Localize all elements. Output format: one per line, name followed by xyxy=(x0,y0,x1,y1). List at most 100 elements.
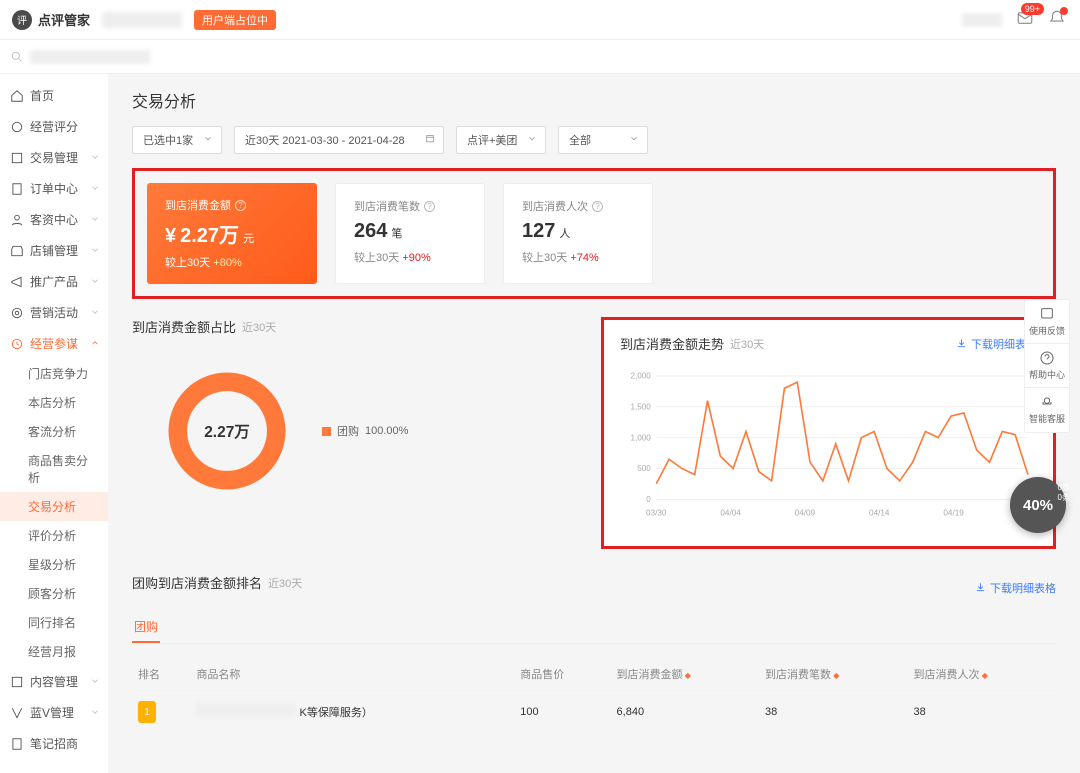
sidebar-item-label: 经营参谋 xyxy=(30,335,78,352)
chevron-down-icon xyxy=(90,151,100,165)
filter-date[interactable]: 近30天 2021-03-30 - 2021-04-28 xyxy=(234,126,444,154)
sidebar-item-label: 经营评分 xyxy=(30,118,78,135)
float-feedback[interactable]: 使用反馈 xyxy=(1025,300,1069,344)
svg-text:04/04: 04/04 xyxy=(720,509,741,518)
info-icon: ? xyxy=(235,200,246,211)
sidebar-item-bluev[interactable]: 蓝V管理 xyxy=(0,697,108,728)
notifications-dot xyxy=(1060,7,1068,15)
select-value: 全部 xyxy=(569,135,591,147)
sidebar-item-trade-mgmt[interactable]: 交易管理 xyxy=(0,142,108,173)
svg-text:1,000: 1,000 xyxy=(630,433,651,442)
sidebar-item-order[interactable]: 订单中心 xyxy=(0,173,108,204)
chevron-down-icon xyxy=(527,134,537,147)
messages-icon[interactable]: 99+ xyxy=(1016,9,1034,30)
notifications-icon[interactable] xyxy=(1048,9,1066,30)
chevron-down-icon xyxy=(203,134,213,147)
col-orders[interactable]: 到店消费笔数 xyxy=(759,658,907,691)
col-price[interactable]: 商品售价 xyxy=(514,658,610,691)
brand-name: 点评管家 xyxy=(38,10,90,29)
topbar: 评 点评管家 用户端占位中 99+ xyxy=(0,0,1080,40)
sidebar-sub-cust[interactable]: 客流分析 xyxy=(0,417,108,446)
sidebar-sub-product[interactable]: 商品售卖分析 xyxy=(0,446,108,492)
sidebar-item-content[interactable]: 内容管理 xyxy=(0,666,108,697)
download-icon xyxy=(975,582,986,593)
chevron-down-icon xyxy=(90,675,100,689)
search-row[interactable] xyxy=(0,40,1080,74)
sidebar-item-label: 交易管理 xyxy=(30,149,78,166)
float-help[interactable]: 帮助中心 xyxy=(1025,344,1069,388)
pie-legend: 团购 100.00% xyxy=(322,423,408,439)
sidebar-item-analysis[interactable]: 经营参谋 xyxy=(0,328,108,359)
sidebar-sub-self[interactable]: 本店分析 xyxy=(0,388,108,417)
table-section: 团购到店消费金额排名近30天 下载明细表格 团购 排名 商品名称 商品售价 到店… xyxy=(132,573,1056,733)
svg-text:04/14: 04/14 xyxy=(869,509,890,518)
float-stats-circle[interactable]: 40% 0条 0条 xyxy=(1010,477,1066,533)
svg-text:0: 0 xyxy=(646,495,651,504)
section-title: 到店消费金额占比 xyxy=(132,317,236,336)
sidebar-sub-compete[interactable]: 门店竞争力 xyxy=(0,359,108,388)
metric-card-people[interactable]: 到店消费人次? 127人 较上30天 +74% xyxy=(503,183,653,284)
sidebar-item-shop-mgmt[interactable]: 店铺管理 xyxy=(0,235,108,266)
metric-label: 到店消费人次 xyxy=(522,198,588,214)
metric-unit: 人 xyxy=(559,225,570,241)
filter-shop[interactable]: 已选中1家 xyxy=(132,126,222,154)
float-service[interactable]: 智能客服 xyxy=(1025,388,1069,432)
filter-source[interactable]: 点评+美团 xyxy=(456,126,546,154)
sidebar-item-home[interactable]: 首页 xyxy=(0,80,108,111)
metric-unit: 元 xyxy=(243,230,254,246)
section-period: 近30天 xyxy=(730,336,764,352)
col-name[interactable]: 商品名称 xyxy=(190,658,514,691)
sidebar-item-promo[interactable]: 推广产品 xyxy=(0,266,108,297)
sidebar-item-notes[interactable]: 笔记招商 xyxy=(0,728,108,759)
cell-name-tail: K等保障服务） xyxy=(300,707,373,719)
sidebar-sub-star[interactable]: 星级分析 xyxy=(0,550,108,579)
metric-card-orders[interactable]: 到店消费笔数? 264笔 较上30天 +90% xyxy=(335,183,485,284)
sidebar-item-service[interactable]: 客资中心 xyxy=(0,204,108,235)
svg-text:03/30: 03/30 xyxy=(646,509,667,518)
chevron-down-icon xyxy=(90,213,100,227)
sidebar-sub-monthly[interactable]: 经营月报 xyxy=(0,637,108,666)
sidebar-sub-peer[interactable]: 同行排名 xyxy=(0,608,108,637)
sidebar-item-marketing[interactable]: 营销活动 xyxy=(0,297,108,328)
cell-amount: 6,840 xyxy=(611,691,759,734)
filter-category[interactable]: 全部 xyxy=(558,126,648,154)
section-period: 近30天 xyxy=(268,575,302,591)
metric-value: 2.27万 xyxy=(180,219,239,248)
legend-swatch xyxy=(322,427,331,436)
donut-center-value: 2.27万 xyxy=(204,424,250,441)
table-row[interactable]: 1 K等保障服务） 100 6,840 38 38 xyxy=(132,691,1056,734)
metric-prefix: ¥ xyxy=(165,225,176,248)
tab-groupbuy[interactable]: 团购 xyxy=(132,612,160,643)
metric-value: 127 xyxy=(522,220,555,243)
metric-value: 264 xyxy=(354,220,387,243)
sidebar-item-label: 笔记招商 xyxy=(30,735,78,752)
metric-compare-label: 较上30天 xyxy=(165,257,210,269)
select-value: 已选中1家 xyxy=(143,135,193,147)
legend-label: 团购 xyxy=(337,423,359,439)
sidebar-item-review[interactable]: 经营评分 xyxy=(0,111,108,142)
circle-sub-1: 0条 xyxy=(1058,483,1070,493)
sidebar-sub-trade[interactable]: 交易分析 xyxy=(0,492,108,521)
section-title: 团购到店消费金额排名 xyxy=(132,573,262,592)
info-icon: ? xyxy=(424,201,435,212)
float-panel: 使用反馈 帮助中心 智能客服 xyxy=(1024,299,1070,433)
pie-section: 到店消费金额占比近30天 2.27万 团购 100.00% xyxy=(132,317,581,526)
sidebar-sub-scan[interactable]: 顾客分析 xyxy=(0,579,108,608)
col-rank[interactable]: 排名 xyxy=(132,658,190,691)
line-highlight-box: 到店消费金额走势近30天 下载明细表格 05001,0001,5002,0000… xyxy=(601,317,1056,549)
cell-blur xyxy=(196,704,296,716)
page-title: 交易分析 xyxy=(132,88,1056,112)
sidebar-sub-eval[interactable]: 评价分析 xyxy=(0,521,108,550)
cell-orders: 38 xyxy=(759,691,907,734)
download-link[interactable]: 下载明细表格 xyxy=(975,580,1056,596)
page-pill: 用户端占位中 xyxy=(194,10,276,30)
col-amount[interactable]: 到店消费金额 xyxy=(611,658,759,691)
col-people[interactable]: 到店消费人次 xyxy=(907,658,1056,691)
metric-card-amount[interactable]: 到店消费金额? ¥2.27万元 较上30天 +80% xyxy=(147,183,317,284)
svg-text:2,000: 2,000 xyxy=(630,372,651,381)
metric-unit: 笔 xyxy=(391,225,402,241)
legend-pct: 100.00% xyxy=(365,425,408,437)
svg-text:500: 500 xyxy=(637,464,651,473)
float-label: 智能客服 xyxy=(1029,412,1065,425)
float-label: 帮助中心 xyxy=(1029,368,1065,381)
